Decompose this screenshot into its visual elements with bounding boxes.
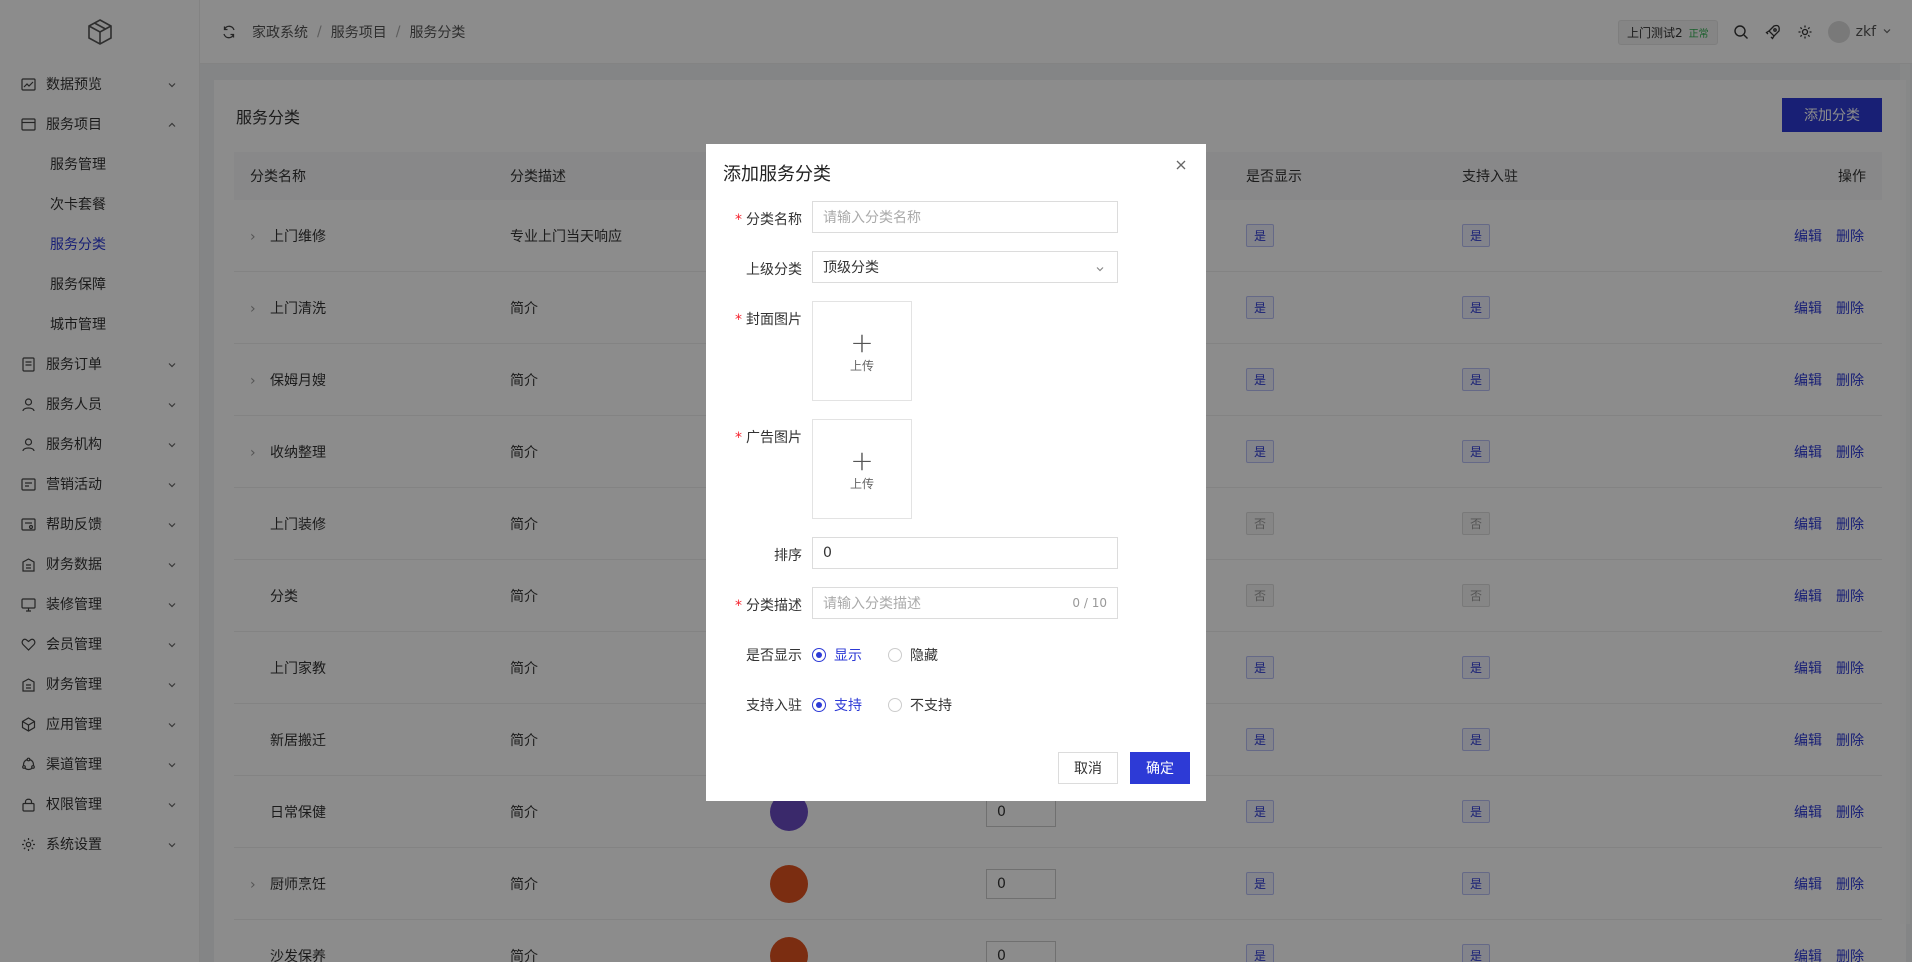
radio-not-support[interactable]: 不支持 bbox=[888, 695, 952, 715]
field-label: * 封面图片 bbox=[735, 312, 802, 328]
upload-label: 上传 bbox=[849, 358, 874, 373]
category-name-input[interactable]: 请输入分类名称 bbox=[812, 201, 1118, 233]
field-label: 支持入驻 bbox=[746, 698, 802, 714]
input-placeholder: 请输入分类描述 bbox=[823, 596, 921, 612]
radio-hide[interactable]: 隐藏 bbox=[888, 645, 938, 665]
field-label: 排序 bbox=[774, 548, 802, 564]
cancel-button[interactable]: 取消 bbox=[1058, 752, 1118, 784]
page-scrollbar[interactable] bbox=[1900, 64, 1910, 924]
radio-unchecked-icon bbox=[888, 698, 902, 712]
category-description-input[interactable]: 请输入分类描述 0 / 10 bbox=[812, 587, 1118, 619]
sort-input[interactable]: 0 bbox=[812, 537, 1118, 569]
confirm-button[interactable]: 确定 bbox=[1130, 752, 1190, 784]
char-counter: 0 / 10 bbox=[1072, 596, 1107, 610]
parent-category-select[interactable]: 顶级分类 bbox=[812, 251, 1118, 283]
plus-icon: + bbox=[850, 325, 874, 359]
field-label: 上级分类 bbox=[746, 262, 802, 278]
upload-label: 上传 bbox=[849, 476, 874, 491]
radio-checked-icon bbox=[812, 648, 826, 662]
close-icon[interactable] bbox=[1174, 158, 1190, 174]
show-radio-group: 显示 隐藏 bbox=[812, 645, 938, 665]
radio-support[interactable]: 支持 bbox=[812, 695, 862, 715]
field-label: 是否显示 bbox=[746, 648, 802, 664]
join-radio-group: 支持 不支持 bbox=[812, 695, 952, 715]
ad-image-upload[interactable]: + 上传 bbox=[812, 419, 912, 519]
field-label: * 分类名称 bbox=[735, 212, 802, 228]
radio-show[interactable]: 显示 bbox=[812, 645, 862, 665]
chevron-down-icon bbox=[1095, 262, 1105, 278]
radio-checked-icon bbox=[812, 698, 826, 712]
select-value: 顶级分类 bbox=[823, 260, 879, 276]
add-category-dialog: 添加服务分类 * 分类名称 请输入分类名称 上级分类 顶级分类 * 封面图片 + 上… bbox=[706, 144, 1206, 801]
dialog-title: 添加服务分类 bbox=[723, 164, 831, 185]
plus-icon: + bbox=[850, 443, 874, 477]
field-label: * 分类描述 bbox=[735, 598, 802, 614]
cover-image-upload[interactable]: + 上传 bbox=[812, 301, 912, 401]
field-label: * 广告图片 bbox=[735, 430, 802, 446]
radio-unchecked-icon bbox=[888, 648, 902, 662]
